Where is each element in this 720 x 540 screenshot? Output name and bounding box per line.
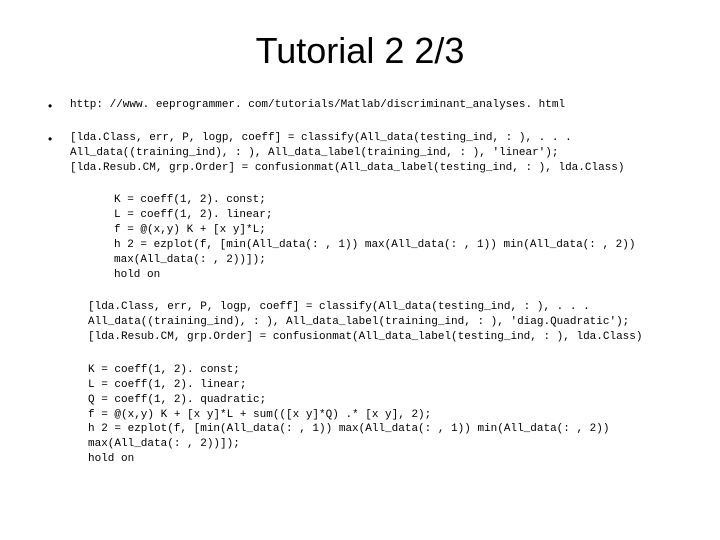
bullet-list: http: //www. eeprogrammer. com/tutorials… — [44, 98, 676, 175]
slide: Tutorial 2 2/3 http: //www. eeprogrammer… — [0, 0, 720, 540]
code-block-linear-plot: K = coeff(1, 2). const; L = coeff(1, 2).… — [114, 193, 676, 282]
code-block-quadratic-plot: K = coeff(1, 2). const; L = coeff(1, 2).… — [88, 363, 676, 467]
code-block-quadratic: [lda.Class, err, P, logp, coeff] = class… — [88, 300, 676, 345]
bullet-url: http: //www. eeprogrammer. com/tutorials… — [44, 98, 676, 113]
slide-title: Tutorial 2 2/3 — [44, 30, 676, 72]
bullet-code-linear: [lda.Class, err, P, logp, coeff] = class… — [44, 131, 676, 176]
